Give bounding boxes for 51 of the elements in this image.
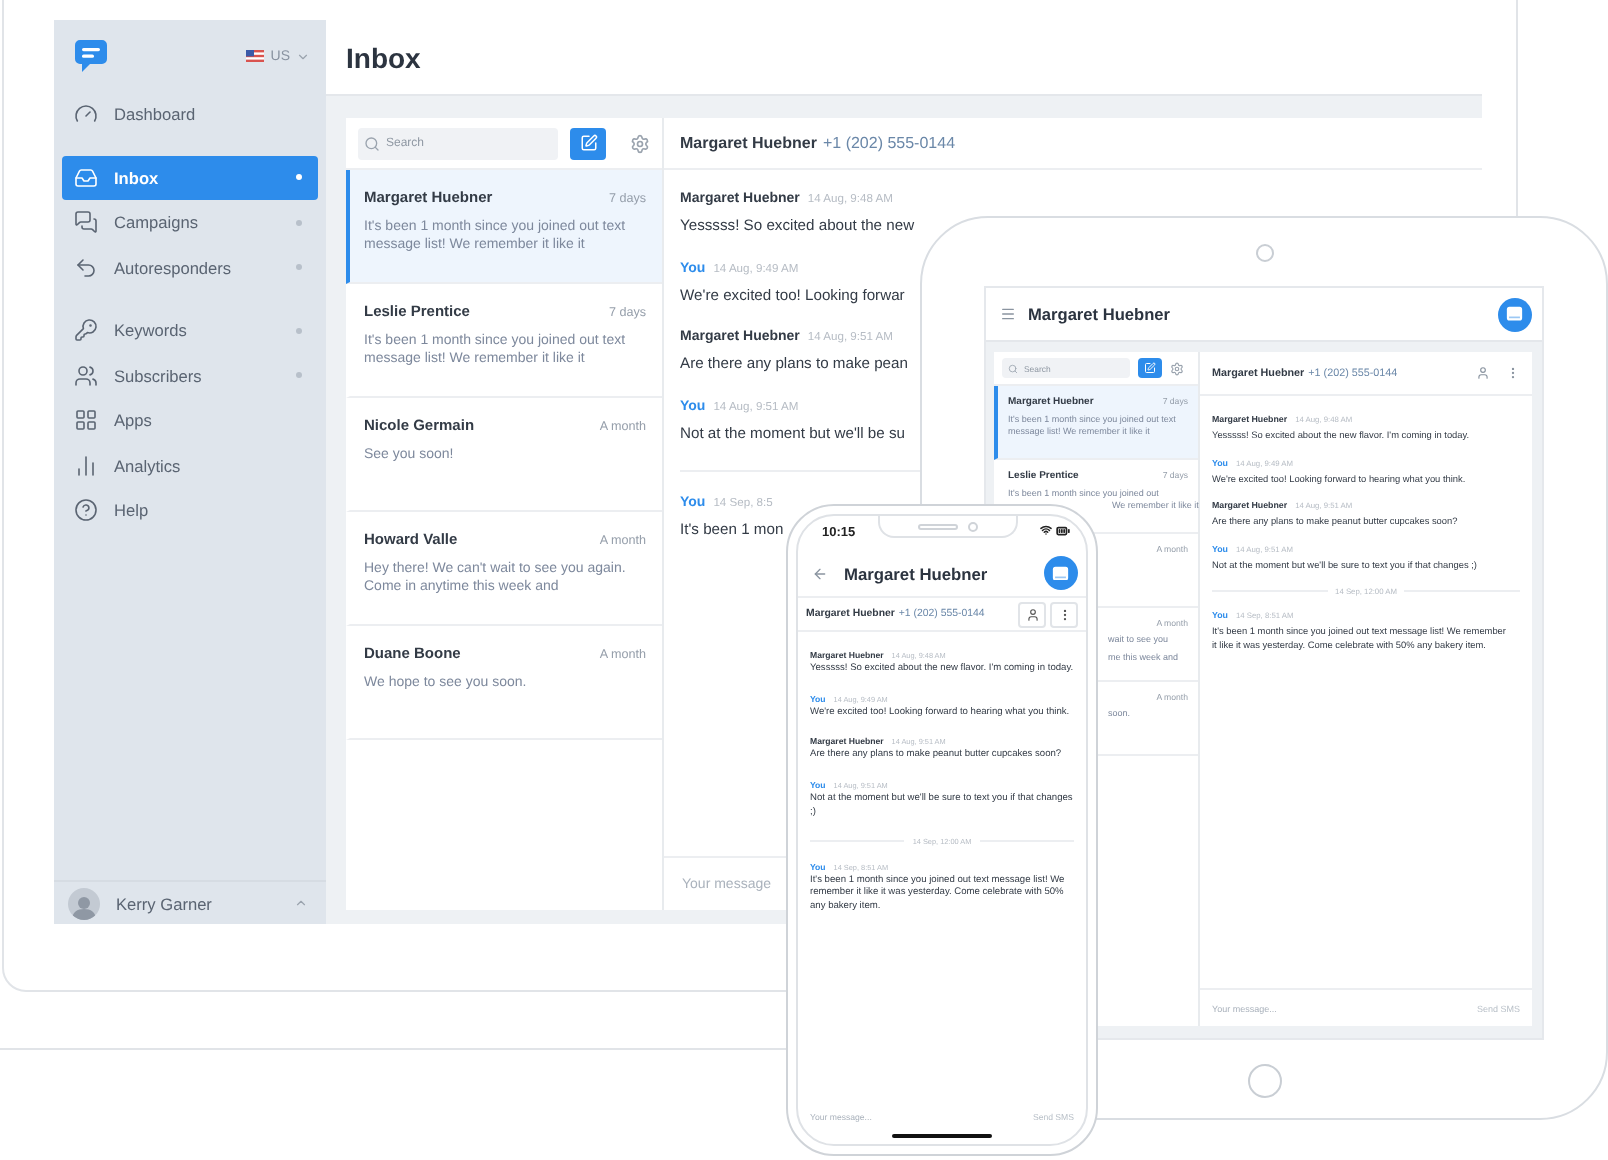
user-name[interactable]: Kerry Garner xyxy=(116,893,278,913)
avatar xyxy=(68,887,100,919)
chevron-down-icon xyxy=(296,49,310,63)
header-title: Margaret Huebner xyxy=(1028,304,1171,324)
help-icon xyxy=(74,498,98,523)
chevron-up-icon xyxy=(294,896,308,910)
settings-icon[interactable] xyxy=(1170,361,1184,375)
bar-chart-icon xyxy=(74,453,98,478)
message-button[interactable] xyxy=(1044,556,1078,590)
chat-bubbles-icon xyxy=(74,210,98,235)
header-title: Margaret Huebner xyxy=(844,563,988,583)
nav-item[interactable]: Analytics xyxy=(62,443,318,488)
chat-icon xyxy=(1506,306,1524,322)
speech-bubble-logo xyxy=(74,38,108,74)
nav-item[interactable]: Keywords xyxy=(62,308,318,353)
home-indicator xyxy=(892,1134,992,1138)
compose-button[interactable] xyxy=(1138,358,1162,378)
nav-item[interactable]: Dashboard xyxy=(62,92,318,137)
contact-name: Margaret Huebner xyxy=(680,134,817,152)
compose-icon xyxy=(1144,362,1156,374)
message-button[interactable] xyxy=(1498,297,1532,331)
search-icon xyxy=(1008,363,1018,373)
search-icon xyxy=(364,135,380,151)
menu-icon[interactable] xyxy=(1000,306,1016,322)
battery-icon xyxy=(1056,524,1070,538)
return-arrow-icon xyxy=(74,255,98,280)
users-icon xyxy=(74,363,98,388)
back-arrow-icon[interactable] xyxy=(812,565,828,581)
camera-lens xyxy=(1255,244,1273,262)
compose-icon xyxy=(579,134,597,152)
user-icon[interactable] xyxy=(1476,366,1490,380)
flag-icon xyxy=(246,50,265,62)
grid-icon xyxy=(74,408,98,433)
inbox-icon xyxy=(74,165,98,190)
nav-item[interactable]: Autoresponders xyxy=(62,245,318,290)
chat-icon xyxy=(1052,565,1070,581)
gauge-icon xyxy=(74,102,98,127)
nav-item[interactable]: Apps xyxy=(62,398,318,443)
wifi-icon xyxy=(1040,524,1052,536)
settings-icon[interactable] xyxy=(630,133,650,153)
home-button[interactable] xyxy=(1247,1064,1281,1098)
nav-item[interactable]: Help xyxy=(62,488,318,533)
nav-item[interactable]: Campaigns xyxy=(62,200,318,245)
compose-button[interactable] xyxy=(570,127,606,159)
nav-item[interactable]: Subscribers xyxy=(62,353,318,398)
contact-phone: +1 (202) 555-0144 xyxy=(822,134,956,152)
nav-item[interactable]: Inbox xyxy=(62,155,318,200)
key-icon xyxy=(74,318,98,343)
page-title: Inbox xyxy=(346,41,421,73)
user-icon xyxy=(1025,607,1039,621)
contact-button[interactable] xyxy=(1018,601,1046,627)
